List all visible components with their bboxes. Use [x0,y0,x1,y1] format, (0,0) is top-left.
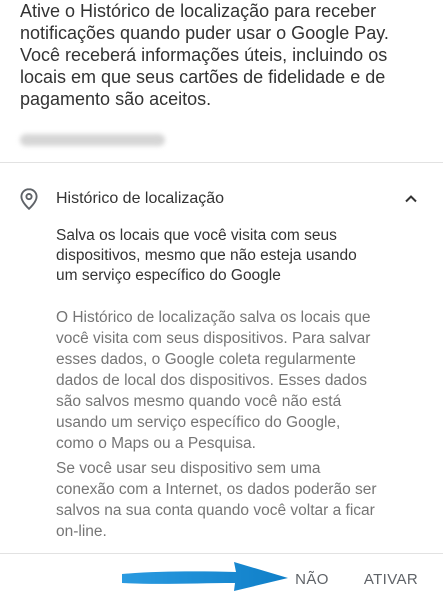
location-history-header[interactable]: Histórico de localização [0,176,443,220]
divider [0,553,443,554]
location-history-details: O Histórico de localização salva os loca… [56,309,371,452]
redacted-account-email [20,134,165,146]
annotation-arrow [122,562,288,591]
divider [0,162,443,163]
location-history-title: Histórico de localização [56,190,225,207]
chevron-up-icon[interactable] [403,191,419,207]
intro-text: Ative o Histórico de localização para re… [20,1,389,109]
location-history-summary: Salva os locais que você visita com seus… [56,227,357,284]
location-history-offline-note: Se você usar seu dispositivo sem uma con… [56,460,377,540]
activate-button[interactable]: ATIVAR [360,567,422,591]
decline-button[interactable]: NÃO [292,567,332,591]
location-pin-icon [20,188,38,210]
